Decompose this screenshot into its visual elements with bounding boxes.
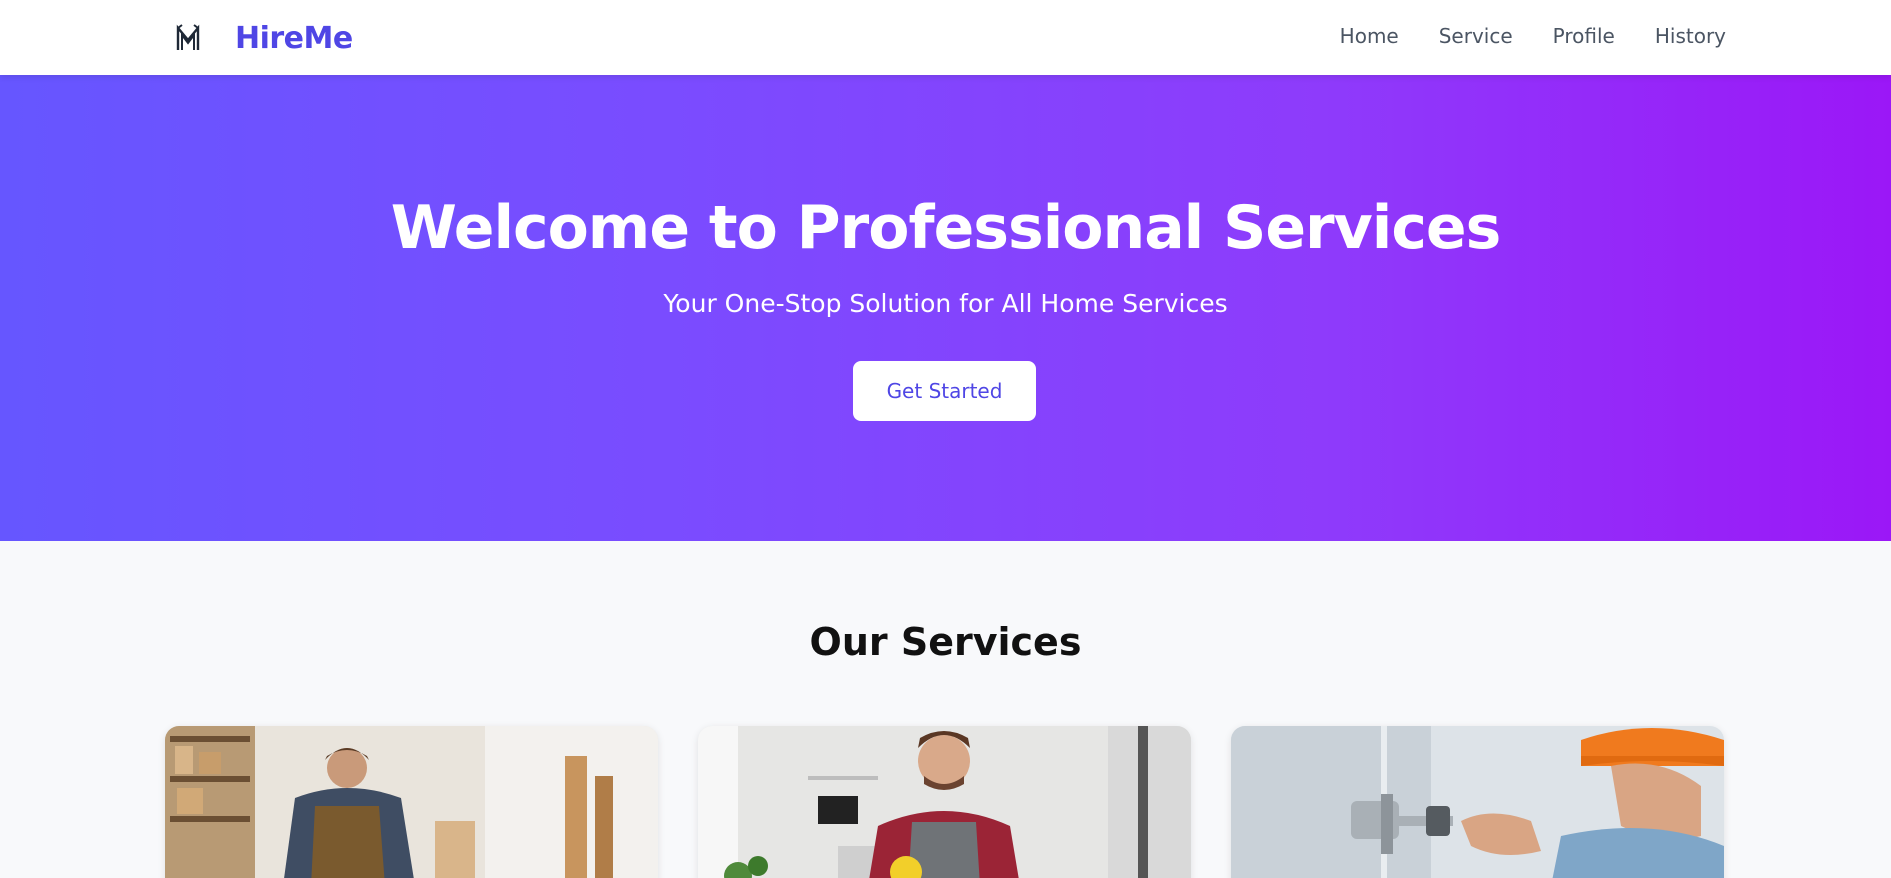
nav-link-profile[interactable]: Profile [1553, 24, 1615, 48]
plumber-photo [1231, 726, 1724, 878]
hero-section: Welcome to Professional Services Your On… [0, 75, 1891, 541]
service-card-plumber[interactable] [1231, 726, 1724, 878]
service-card-cleaner[interactable] [698, 726, 1191, 878]
nav-links: Home Service Profile History [1340, 24, 1726, 48]
service-card-carpenter[interactable] [165, 726, 658, 878]
cleaner-photo [698, 726, 1191, 878]
nav-link-history[interactable]: History [1655, 24, 1726, 48]
brand-name: HireMe [235, 20, 353, 56]
get-started-button[interactable]: Get Started [853, 361, 1036, 421]
brand[interactable]: HireMe [175, 18, 353, 58]
nav-link-home[interactable]: Home [1340, 24, 1399, 48]
hero-subtitle: Your One-Stop Solution for All Home Serv… [663, 289, 1228, 318]
monogram-logo-icon [175, 20, 205, 56]
nav-link-service[interactable]: Service [1439, 24, 1513, 48]
top-navbar: HireMe Home Service Profile History [0, 0, 1891, 75]
hero-title: Welcome to Professional Services [390, 193, 1502, 263]
carpenter-photo [165, 726, 658, 878]
services-title: Our Services [809, 620, 1082, 664]
